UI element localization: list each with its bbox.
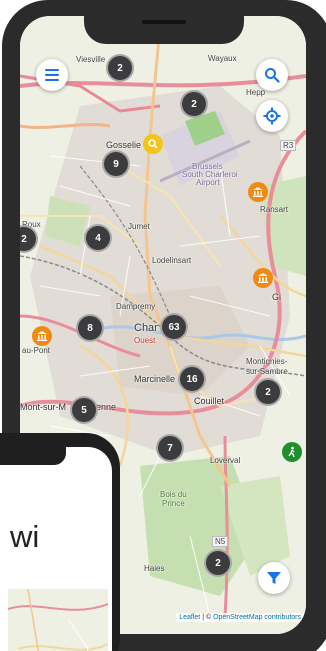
route-shield-r3: R3 <box>280 140 297 151</box>
map-label-gilly: Gi <box>272 292 281 302</box>
map-label-ouest: Ouest <box>134 336 156 345</box>
poi-marker-hiking[interactable] <box>282 442 302 462</box>
phone-notch <box>84 16 244 44</box>
cluster-marker[interactable]: 4 <box>84 224 112 252</box>
cluster-marker[interactable]: 16 <box>178 365 206 393</box>
hamburger-menu-icon <box>45 69 59 81</box>
search-button[interactable] <box>256 59 288 91</box>
museum-icon <box>253 187 263 197</box>
map-label-wayaux: Wayaux <box>208 54 237 63</box>
map-label-loverval: Loverval <box>210 456 241 465</box>
poi-marker-yellow[interactable] <box>143 134 163 154</box>
filter-funnel-icon <box>267 572 281 584</box>
map-attribution: Leaflet | © OpenStreetMap contributors <box>176 613 304 622</box>
map-label-jumet: Jumet <box>128 222 150 231</box>
locate-button[interactable] <box>256 100 288 132</box>
cluster-marker[interactable]: 2 <box>106 54 134 82</box>
map-label-couillet: Couillet <box>194 396 225 406</box>
attribution-separator: | © <box>200 614 214 621</box>
filter-button[interactable] <box>258 562 290 594</box>
poi-marker-museum[interactable] <box>32 326 52 346</box>
hiker-icon <box>288 446 295 458</box>
map-label-charleroi: Char <box>134 322 158 334</box>
museum-icon <box>258 273 268 283</box>
map-label-prince: Prince <box>162 499 185 508</box>
map-label-viesville: Viesville <box>76 55 106 64</box>
crosshair-locate-icon <box>263 107 281 125</box>
stage: Viesville Wayaux Hepp Gosselie Brussels … <box>0 0 326 651</box>
map-label-enne: enne <box>96 402 117 412</box>
museum-icon <box>37 331 47 341</box>
map-label-heppignies: Hepp <box>246 88 266 97</box>
secondary-phone-frame: wi <box>0 433 120 651</box>
leaflet-link[interactable]: Leaflet <box>179 614 200 621</box>
map-label-montignies: Montignies- <box>246 357 288 366</box>
secondary-map-thumbnail <box>8 589 108 651</box>
map-label-lodelinsart: Lodelinsart <box>152 256 192 265</box>
secondary-phone-notch <box>0 447 66 465</box>
map-label-marcinelle: Marcinelle <box>134 374 176 384</box>
openstreetmap-link[interactable]: OpenStreetMap contributors <box>213 614 301 621</box>
cluster-marker[interactable]: 63 <box>160 313 188 341</box>
map-label-mont-sur: Mont-sur-M <box>20 402 67 412</box>
map-label-airport-3: Airport <box>196 178 220 187</box>
search-icon <box>265 68 280 83</box>
secondary-phone-screen: wi <box>0 447 112 651</box>
map-label-sur-sambre: sur-Sambre <box>246 367 288 376</box>
map-label-ransart: Ransart <box>260 205 289 214</box>
cluster-marker[interactable]: 2 <box>180 90 208 118</box>
poi-marker-museum[interactable] <box>248 182 268 202</box>
map-label-haies: Haies <box>144 564 165 573</box>
cluster-marker[interactable]: 7 <box>156 434 184 462</box>
phone-speaker <box>142 20 186 24</box>
pin-icon <box>148 139 158 149</box>
cluster-marker[interactable]: 2 <box>254 378 282 406</box>
map-label-dampremy: Dampremy <box>116 302 156 311</box>
cluster-marker[interactable]: 9 <box>102 150 130 178</box>
cluster-marker[interactable]: 5 <box>70 396 98 424</box>
secondary-heading-fragment: wi <box>10 519 40 554</box>
map-label-bois: Bois du <box>160 490 187 499</box>
poi-marker-museum[interactable] <box>253 268 273 288</box>
map-label-gosselies: Gosselie <box>106 140 142 150</box>
cluster-marker[interactable]: 2 <box>204 549 232 577</box>
menu-button[interactable] <box>36 59 68 91</box>
route-shield-n5: N5 <box>212 536 229 547</box>
map-label-au-pont: au-Pont <box>22 346 51 355</box>
cluster-marker[interactable]: 8 <box>76 314 104 342</box>
